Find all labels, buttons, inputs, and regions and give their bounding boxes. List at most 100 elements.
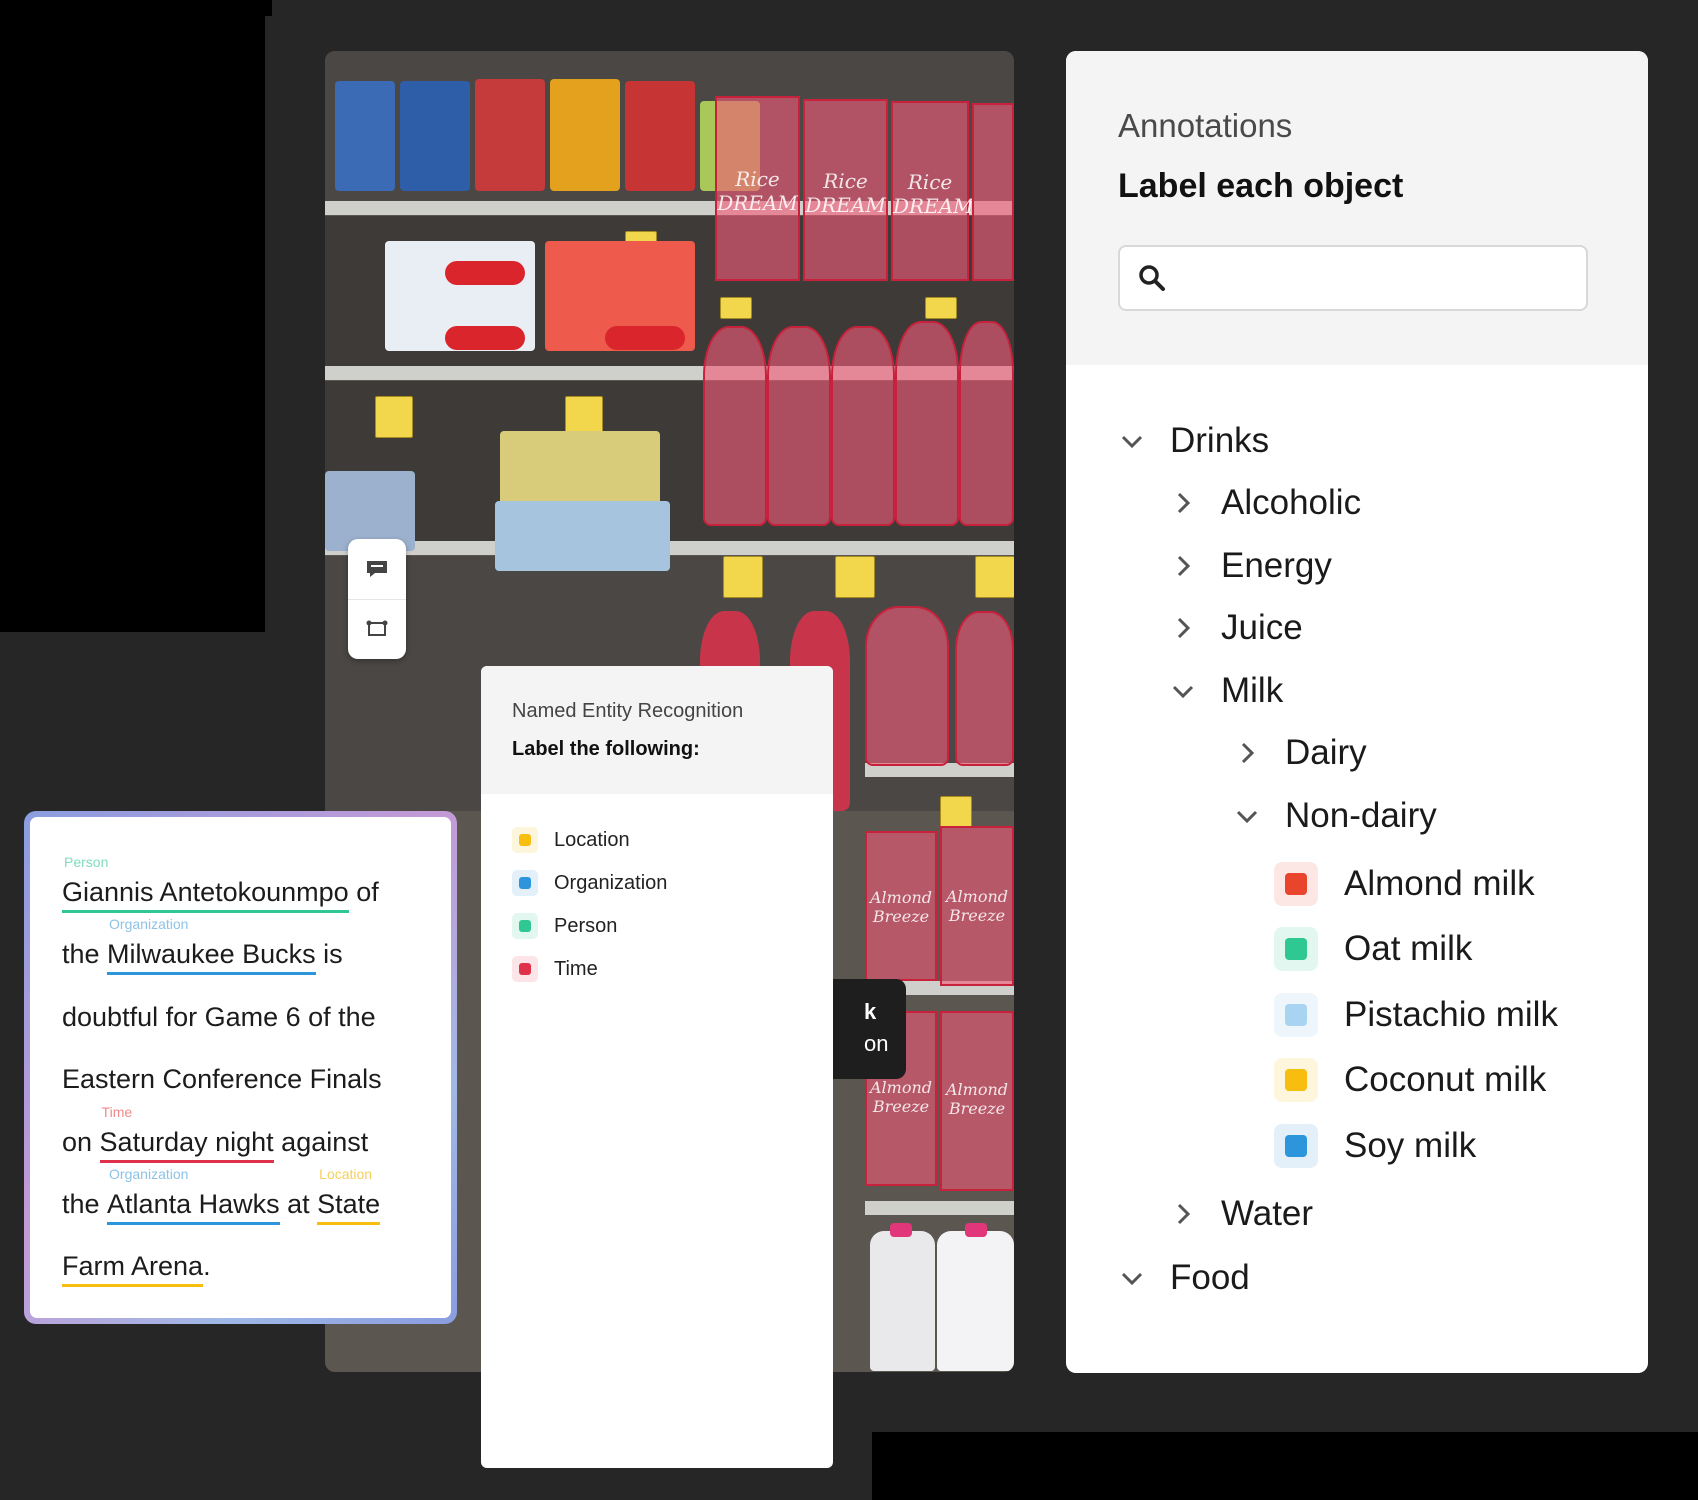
entity-text: Milwaukee Bucks [107, 939, 316, 969]
label-oat-milk[interactable]: Oat milk [1274, 927, 1472, 971]
tooltip-line-1: k [864, 999, 877, 1024]
background-panel-top [272, 0, 1698, 20]
annotation-box-bottle[interactable] [865, 606, 949, 766]
swatch-bg [1274, 1124, 1318, 1168]
tree-item-milk[interactable]: Milk [1169, 671, 1283, 711]
entity-underline [62, 1284, 204, 1287]
image-toolbar [348, 539, 406, 659]
label-soy-milk[interactable]: Soy milk [1274, 1124, 1476, 1168]
swatch-bg [512, 870, 538, 896]
swatch-bg [1274, 927, 1318, 971]
entity-span-time[interactable]: Time Saturday night [99, 1104, 274, 1163]
ner-title: Named Entity Recognition [512, 700, 744, 722]
ner-header: Named Entity Recognition Label the follo… [481, 666, 833, 794]
chevron-down-icon [1172, 685, 1194, 699]
annotation-box-carton[interactable] [972, 103, 1014, 281]
color-swatch [1285, 1004, 1307, 1026]
search-input[interactable] [1118, 245, 1588, 311]
price-tag [975, 556, 1014, 598]
text-line: on Time Saturday night against [62, 1104, 368, 1163]
comment-icon[interactable] [365, 559, 389, 579]
color-swatch [1285, 938, 1307, 960]
color-swatch [519, 834, 531, 846]
search-icon [1139, 265, 1165, 291]
entity-span-location[interactable]: Farm Arena [62, 1251, 204, 1287]
entity-span-organization[interactable]: Organization Milwaukee Bucks [107, 916, 316, 975]
label-text: Pistachio milk [1344, 995, 1558, 1034]
tree-label: Alcoholic [1221, 483, 1362, 522]
text-line: doubtful for Game 6 of the [62, 1002, 376, 1032]
polygon-tool-icon[interactable] [365, 619, 389, 639]
annotation-box-carton[interactable]: Rice DREAM [891, 101, 974, 281]
milk-jug [870, 1231, 935, 1371]
color-swatch [519, 963, 531, 975]
label-text: Coconut milk [1344, 1060, 1547, 1099]
swatch-bg [1274, 993, 1318, 1037]
annotation-box-carton[interactable]: Almond Breeze [865, 831, 937, 981]
annotation-box-bottle[interactable] [959, 321, 1014, 526]
yogurt-cups [475, 79, 545, 191]
milk-cap [890, 1223, 912, 1237]
entity-time[interactable]: Time [512, 956, 598, 982]
tree-label: Drinks [1170, 421, 1270, 460]
tree-item-juice[interactable]: Juice [1169, 608, 1303, 648]
text-line: Eastern Conference Finals [62, 1064, 382, 1094]
entity-underline [317, 1222, 381, 1225]
entity-person[interactable]: Person [512, 913, 617, 939]
tree-item-energy[interactable]: Energy [1169, 546, 1332, 586]
annotation-box-bottle[interactable] [895, 321, 959, 526]
tree-label: Food [1170, 1258, 1250, 1297]
price-tag [925, 297, 957, 319]
entity-underline [99, 1160, 274, 1163]
swatch-bg [512, 827, 538, 853]
chevron-down-icon [1121, 1272, 1143, 1286]
plain-text: on [62, 1127, 100, 1157]
entity-label: Organization [554, 871, 668, 894]
price-tag [940, 796, 972, 828]
label-almond-milk[interactable]: Almond milk [1274, 862, 1535, 906]
label-text: Soy milk [1344, 1126, 1477, 1165]
entity-underline [62, 910, 349, 913]
entity-organization[interactable]: Organization [512, 870, 667, 896]
entity-text: Farm Arena [62, 1251, 204, 1281]
panel-subtitle: Label each object [1118, 167, 1404, 205]
tree-item-dairy[interactable]: Dairy [1233, 733, 1367, 773]
annotation-box-carton[interactable]: Almond Breeze [940, 1011, 1014, 1191]
brand-label: Rice DREAM [893, 169, 974, 218]
label-coconut-milk[interactable]: Coconut milk [1274, 1058, 1546, 1102]
brand-label: Almond Breeze [869, 888, 933, 927]
yakult-label [445, 326, 525, 350]
entity-span-location[interactable]: Location State [317, 1166, 381, 1225]
tree-item-drinks[interactable]: Drinks [1118, 421, 1269, 461]
entity-location[interactable]: Location [512, 827, 630, 853]
plain-text: is [315, 939, 343, 969]
chevron-right-icon [1177, 555, 1191, 577]
chevron-down-icon [1121, 435, 1143, 449]
panel-title: Annotations [1118, 107, 1293, 144]
entity-span-organization[interactable]: Organization Atlanta Hawks [107, 1166, 280, 1225]
annotation-box-bottle[interactable] [703, 326, 767, 526]
text-line: the Organization Milwaukee Bucks is [62, 916, 343, 975]
price-tag [723, 556, 763, 598]
annotation-box-bottle[interactable] [955, 611, 1014, 766]
entity-text: State [317, 1189, 381, 1219]
annotation-box-carton[interactable]: Rice DREAM [715, 96, 800, 281]
plain-text: the [62, 939, 108, 969]
tree-item-water[interactable]: Water [1169, 1194, 1313, 1234]
entity-span-person[interactable]: Person Giannis Antetokounmpo [62, 854, 349, 913]
swatch-bg [1274, 1058, 1318, 1102]
yakult-label [445, 261, 525, 285]
annotation-box-bottle[interactable] [831, 326, 895, 526]
text-card-body[interactable]: Person Giannis Antetokounmpo of the Orga… [30, 817, 451, 1318]
entity-text: Giannis Antetokounmpo [62, 877, 349, 907]
tree-item-food[interactable]: Food [1118, 1258, 1250, 1298]
annotation-box-carton[interactable]: Rice DREAM [803, 99, 888, 281]
label-pistachio-milk[interactable]: Pistachio milk [1274, 993, 1558, 1037]
tree-item-alcoholic[interactable]: Alcoholic [1169, 483, 1361, 523]
annotation-box-bottle[interactable] [767, 326, 831, 526]
entity-tag: Organization [109, 916, 189, 932]
entity-underline [107, 1222, 280, 1225]
tree-item-non-dairy[interactable]: Non-dairy [1233, 796, 1437, 836]
tree-label: Water [1221, 1194, 1314, 1233]
annotation-box-carton[interactable]: Almond Breeze [940, 826, 1014, 986]
